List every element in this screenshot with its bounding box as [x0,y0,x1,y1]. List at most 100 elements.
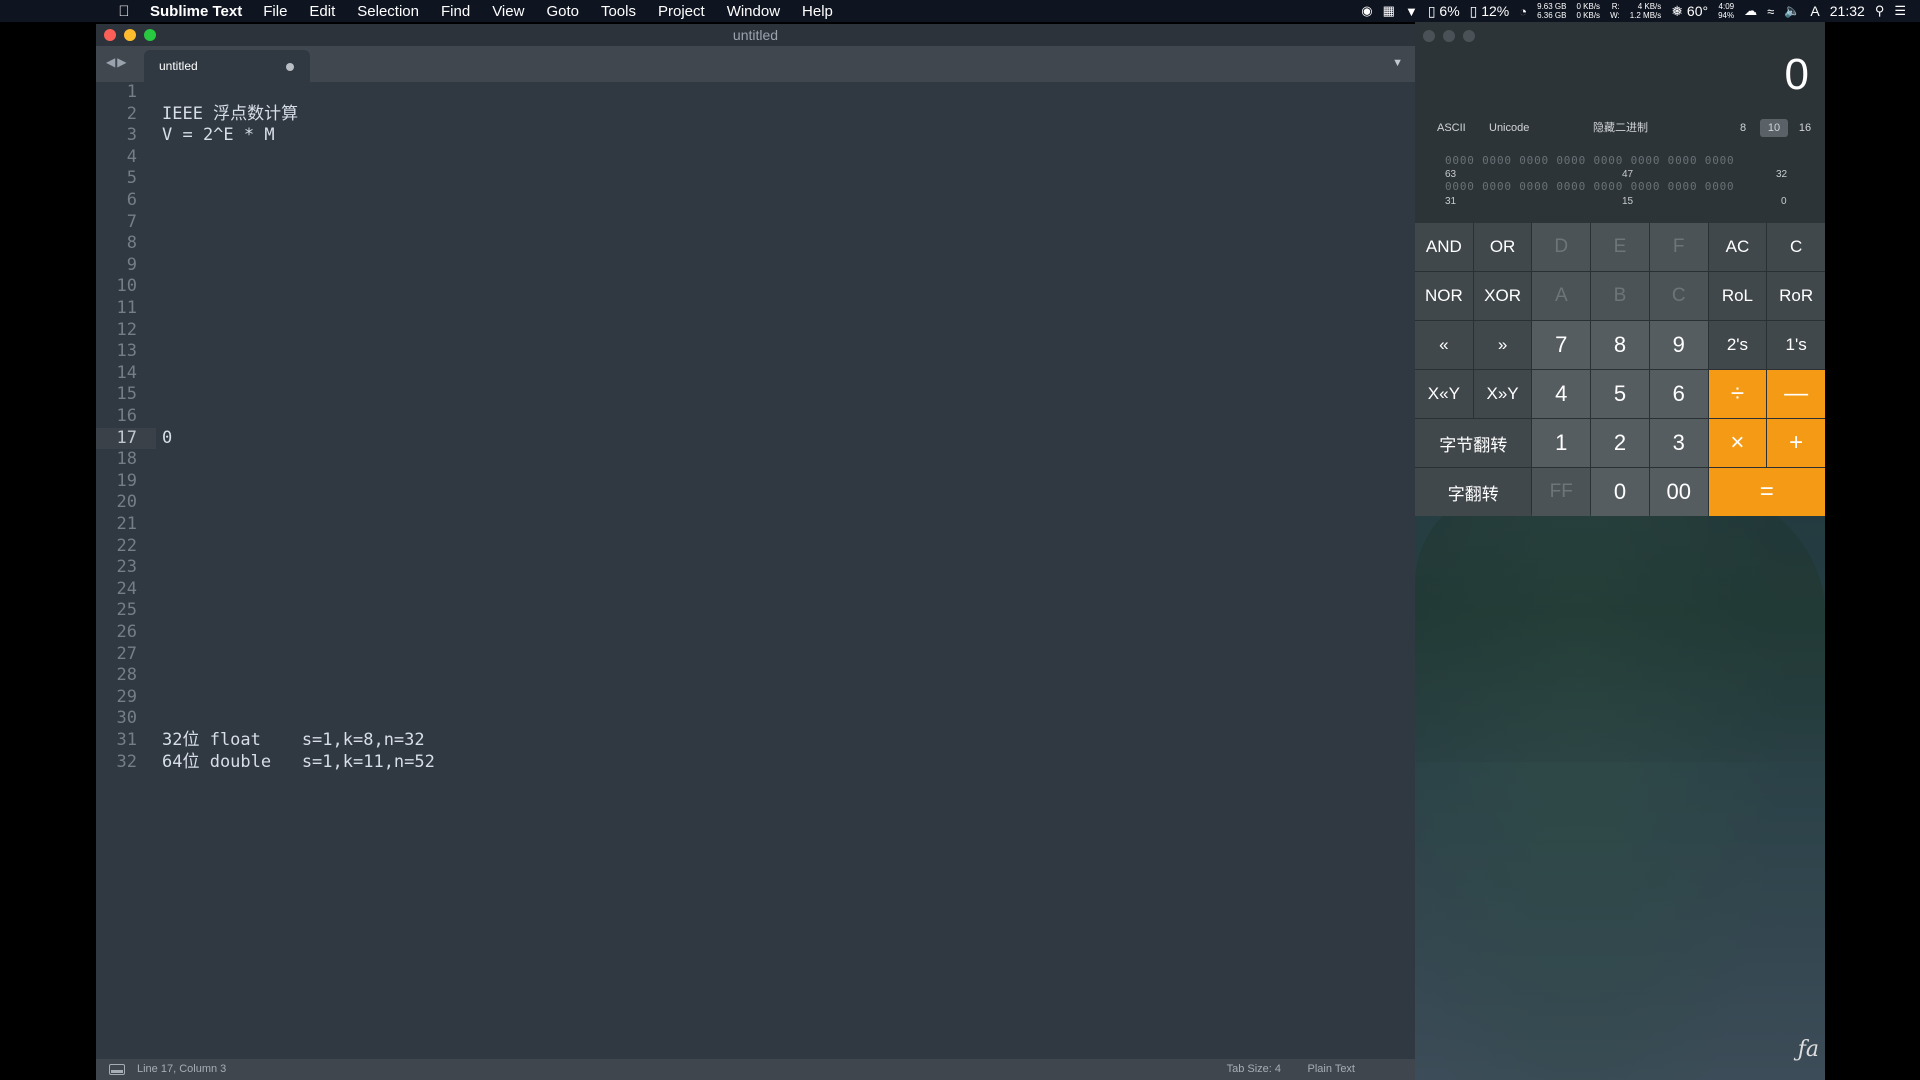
and-button[interactable]: AND [1415,223,1473,271]
shift-right-button[interactable]: » [1473,321,1532,369]
calc-close-button[interactable] [1423,30,1435,42]
zoom-window-button[interactable] [144,29,156,41]
menu-selection[interactable]: Selection [357,3,419,20]
rotate-right-button[interactable]: RoR [1767,272,1825,320]
unsaved-dot-icon[interactable] [286,63,294,71]
base-10-button[interactable]: 10 [1760,119,1788,137]
base-8-button[interactable]: 8 [1729,119,1757,137]
word-flip-button[interactable]: 字翻转 [1415,468,1532,516]
volume-icon[interactable]: 🔈 [1784,3,1800,19]
wifi-icon[interactable]: ≈ [1767,4,1774,19]
menu-edit[interactable]: Edit [309,3,335,20]
double-zero-button[interactable]: 00 [1649,468,1708,516]
menu-help[interactable]: Help [802,3,833,20]
menu-tools[interactable]: Tools [601,3,636,20]
panel-toggle-icon[interactable] [109,1064,125,1075]
battery-time: 4:09 [1718,2,1735,11]
spotlight-search-icon[interactable]: ⚲ [1875,3,1885,19]
divide-button[interactable]: ÷ [1708,370,1767,418]
hide-binary-button[interactable]: 隐藏二进制 [1587,119,1654,137]
digit-0-button[interactable]: 0 [1591,468,1649,516]
minimize-window-button[interactable] [124,29,136,41]
ones-complement-button[interactable]: 1's [1767,321,1825,369]
digit-7-button[interactable]: 7 [1532,321,1591,369]
battery-readout[interactable]: 4:09 94% [1718,2,1734,20]
nor-button[interactable]: NOR [1415,272,1473,320]
line-number: 9 [126,254,137,275]
close-window-button[interactable] [104,29,116,41]
disk-readout[interactable]: 4 KB/s 1.2 MB/s [1630,2,1662,20]
digit-8-button[interactable]: 8 [1591,321,1649,369]
code-line-2[interactable]: IEEE 浮点数计算 [162,104,298,126]
xor-button[interactable]: XOR [1473,272,1532,320]
bits-row-high[interactable]: 0000 0000 0000 0000 0000 0000 0000 0000 [1445,154,1805,167]
calc-zoom-button[interactable] [1463,30,1475,42]
input-method-indicator[interactable]: A [1810,3,1819,19]
memory-pie-icon[interactable]: ◔ [1519,4,1527,19]
clear-button[interactable]: C [1767,223,1825,271]
hex-d-button[interactable]: D [1532,223,1591,271]
editor-area[interactable]: 1 2 3 4 5 6 7 8 9 10 11 12 13 14 15 16 1… [96,82,1415,1059]
translate-icon[interactable]: ▦ [1383,3,1395,19]
digit-5-button[interactable]: 5 [1591,370,1649,418]
network-readout[interactable]: 0 KB/s 0 KB/s [1576,2,1600,20]
calc-minimize-button[interactable] [1443,30,1455,42]
menu-app-name[interactable]: Sublime Text [150,3,242,20]
rotate-left-button[interactable]: RoL [1708,272,1767,320]
base-16-button[interactable]: 16 [1791,119,1819,137]
record-icon[interactable]: ◉ [1361,3,1372,19]
battery-small-readout[interactable]: ▯ 6% [1428,3,1460,20]
menu-file[interactable]: File [263,3,287,20]
notification-center-icon[interactable]: ☰ [1894,3,1906,19]
cloud-icon[interactable]: ☁ [1744,3,1757,19]
x-shift-right-y-button[interactable]: X»Y [1473,370,1532,418]
apple-icon[interactable]:  [110,3,138,20]
multiply-button[interactable]: × [1708,419,1767,467]
hex-b-button[interactable]: B [1591,272,1649,320]
code-line-3[interactable]: V = 2^E * M [162,125,275,147]
code-line-32[interactable]: 64位 double s=1,k=11,n=52 [162,752,435,774]
x-shift-left-y-button[interactable]: X«Y [1415,370,1473,418]
tab-navigation-arrows[interactable]: ◀▶ [106,55,128,69]
bits-row-low[interactable]: 0000 0000 0000 0000 0000 0000 0000 0000 [1445,180,1805,193]
menu-goto[interactable]: Goto [546,3,579,20]
unicode-button[interactable]: Unicode [1483,119,1535,137]
hex-e-button[interactable]: E [1591,223,1649,271]
tab-untitled[interactable]: untitled [144,50,310,82]
plus-button[interactable]: + [1767,419,1825,467]
twos-complement-button[interactable]: 2's [1708,321,1767,369]
cursor-position[interactable]: Line 17, Column 3 [137,1063,226,1075]
tab-list-dropdown-icon[interactable]: ▼ [1392,57,1403,69]
ascii-button[interactable]: ASCII [1431,119,1472,137]
hex-a-button[interactable]: A [1532,272,1591,320]
tab-size-setting[interactable]: Tab Size: 4 [1227,1063,1281,1075]
code-line-31[interactable]: 32位 float s=1,k=8,n=32 [162,730,425,752]
shift-left-button[interactable]: « [1415,321,1473,369]
minus-button[interactable]: — [1767,370,1825,418]
menu-window[interactable]: Window [727,3,780,20]
hex-ff-button[interactable]: FF [1532,468,1591,516]
temperature-readout[interactable]: ❅ 60° [1671,3,1708,20]
digit-6-button[interactable]: 6 [1649,370,1708,418]
cpu-readout[interactable]: ▯ 12% [1470,3,1510,20]
menu-project[interactable]: Project [658,3,705,20]
hex-c-button[interactable]: C [1649,272,1708,320]
digit-4-button[interactable]: 4 [1532,370,1591,418]
menu-view[interactable]: View [492,3,524,20]
all-clear-button[interactable]: AC [1708,223,1767,271]
code-text[interactable]: IEEE 浮点数计算 V = 2^E * M 0 32位 float s=1,k… [162,82,1415,1059]
menu-find[interactable]: Find [441,3,470,20]
digit-1-button[interactable]: 1 [1532,419,1591,467]
digit-2-button[interactable]: 2 [1591,419,1649,467]
syntax-setting[interactable]: Plain Text [1308,1063,1356,1075]
byte-flip-button[interactable]: 字节翻转 [1415,419,1532,467]
equals-button[interactable]: = [1708,468,1825,516]
memory-readout[interactable]: 9.63 GB 6.36 GB [1537,2,1566,20]
vim-icon[interactable]: ▼ [1405,4,1418,19]
code-line-17[interactable]: 0 [162,428,172,450]
hex-f-button[interactable]: F [1649,223,1708,271]
clock[interactable]: 21:32 [1830,3,1865,19]
digit-9-button[interactable]: 9 [1649,321,1708,369]
or-button[interactable]: OR [1473,223,1532,271]
digit-3-button[interactable]: 3 [1649,419,1708,467]
